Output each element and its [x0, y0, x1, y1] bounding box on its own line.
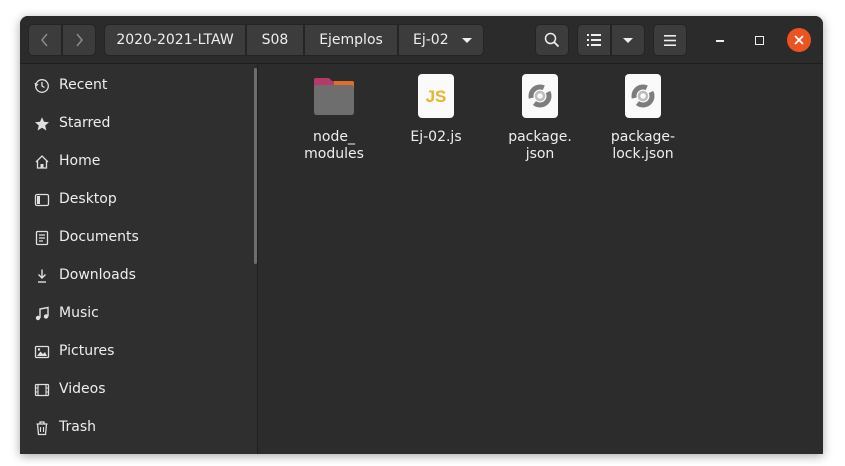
file-name: Ej-02.js	[410, 129, 462, 145]
sidebar-item-music[interactable]: Music	[20, 295, 252, 333]
caret-down-icon	[623, 37, 633, 43]
file-item-json[interactable]: package. json	[492, 72, 588, 172]
sidebar-item-label: Trash	[59, 419, 96, 435]
chevron-right-icon	[76, 33, 83, 47]
folder-icon	[314, 78, 354, 115]
chevron-left-icon	[41, 33, 48, 47]
breadcrumb-label: Ejemplos	[319, 32, 383, 48]
file-name: package- lock.json	[610, 129, 676, 162]
star-icon	[35, 117, 49, 131]
sidebar: Recent Starred Home Desktop Documents Do…	[20, 64, 258, 454]
javascript-file-icon: JS	[418, 74, 454, 118]
sidebar-item-trash[interactable]: Trash	[20, 409, 252, 447]
sidebar-item-videos[interactable]: Videos	[20, 371, 252, 409]
file-item-javascript[interactable]: JS Ej-02.js	[388, 72, 484, 172]
music-icon	[35, 306, 49, 321]
close-icon	[794, 35, 804, 45]
file-name: package. json	[508, 129, 572, 162]
sidebar-item-label: Pictures	[59, 343, 115, 359]
sidebar-item-home[interactable]: Home	[20, 143, 252, 181]
menu-button[interactable]	[653, 24, 687, 56]
view-options-button[interactable]	[611, 24, 645, 56]
breadcrumb-current[interactable]: Ej-02	[398, 24, 484, 56]
sidebar-item-label: Music	[59, 305, 99, 321]
file-manager-window: 2020-2021-LTAW S08 Ejemplos Ej-02 Recent…	[20, 16, 823, 454]
sidebar-scrollbar[interactable]	[254, 68, 257, 264]
breadcrumb-label: 2020-2021-LTAW	[116, 32, 234, 48]
sidebar-item-recent[interactable]: Recent	[20, 67, 252, 105]
view-mode-button[interactable]	[577, 24, 611, 56]
search-icon	[544, 32, 560, 48]
sidebar-item-downloads[interactable]: Downloads	[20, 257, 252, 295]
json-file-icon	[522, 74, 558, 118]
desktop-icon	[34, 193, 50, 207]
sidebar-item-label: Home	[59, 153, 101, 169]
close-button[interactable]	[787, 28, 811, 52]
clock-icon	[34, 79, 49, 93]
video-icon	[34, 383, 50, 397]
minimize-button[interactable]	[708, 28, 732, 52]
file-item-folder[interactable]: node_ modules	[286, 72, 382, 172]
search-button[interactable]	[535, 24, 569, 56]
maximize-icon	[754, 35, 764, 45]
back-button[interactable]	[28, 24, 62, 56]
sidebar-item-label: Starred	[59, 115, 111, 131]
json-file-icon	[625, 74, 661, 118]
home-icon	[35, 155, 49, 169]
sidebar-item-label: Videos	[59, 381, 106, 397]
forward-button[interactable]	[62, 24, 96, 56]
breadcrumb-label: S08	[261, 32, 289, 48]
maximize-button[interactable]	[747, 28, 771, 52]
breadcrumb-item[interactable]: 2020-2021-LTAW	[104, 24, 246, 56]
caret-down-icon	[462, 38, 472, 43]
sidebar-item-label: Recent	[59, 77, 108, 93]
hamburger-icon	[664, 34, 676, 46]
minimize-icon	[716, 40, 724, 42]
breadcrumb-item[interactable]: Ejemplos	[304, 24, 398, 56]
sidebar-item-desktop[interactable]: Desktop	[20, 181, 252, 219]
list-view-icon	[587, 34, 601, 46]
trash-icon	[36, 421, 48, 436]
file-name: node_ modules	[304, 129, 364, 162]
sidebar-item-label: Downloads	[59, 267, 136, 283]
sidebar-item-starred[interactable]: Starred	[20, 105, 252, 143]
sidebar-item-documents[interactable]: Documents	[20, 219, 252, 257]
file-view: node_ modules JS Ej-02.js package. json	[259, 64, 823, 454]
download-icon	[38, 269, 46, 283]
header-bar: 2020-2021-LTAW S08 Ejemplos Ej-02	[20, 16, 823, 64]
js-badge: JS	[426, 87, 447, 106]
file-item-json[interactable]: package- lock.json	[595, 72, 691, 172]
sidebar-item-label: Desktop	[59, 191, 117, 207]
sidebar-item-pictures[interactable]: Pictures	[20, 333, 252, 371]
breadcrumb-label: Ej-02	[413, 32, 449, 48]
picture-icon	[34, 345, 50, 359]
document-icon	[35, 230, 49, 246]
breadcrumb-item[interactable]: S08	[246, 24, 304, 56]
sidebar-item-label: Documents	[59, 229, 139, 245]
